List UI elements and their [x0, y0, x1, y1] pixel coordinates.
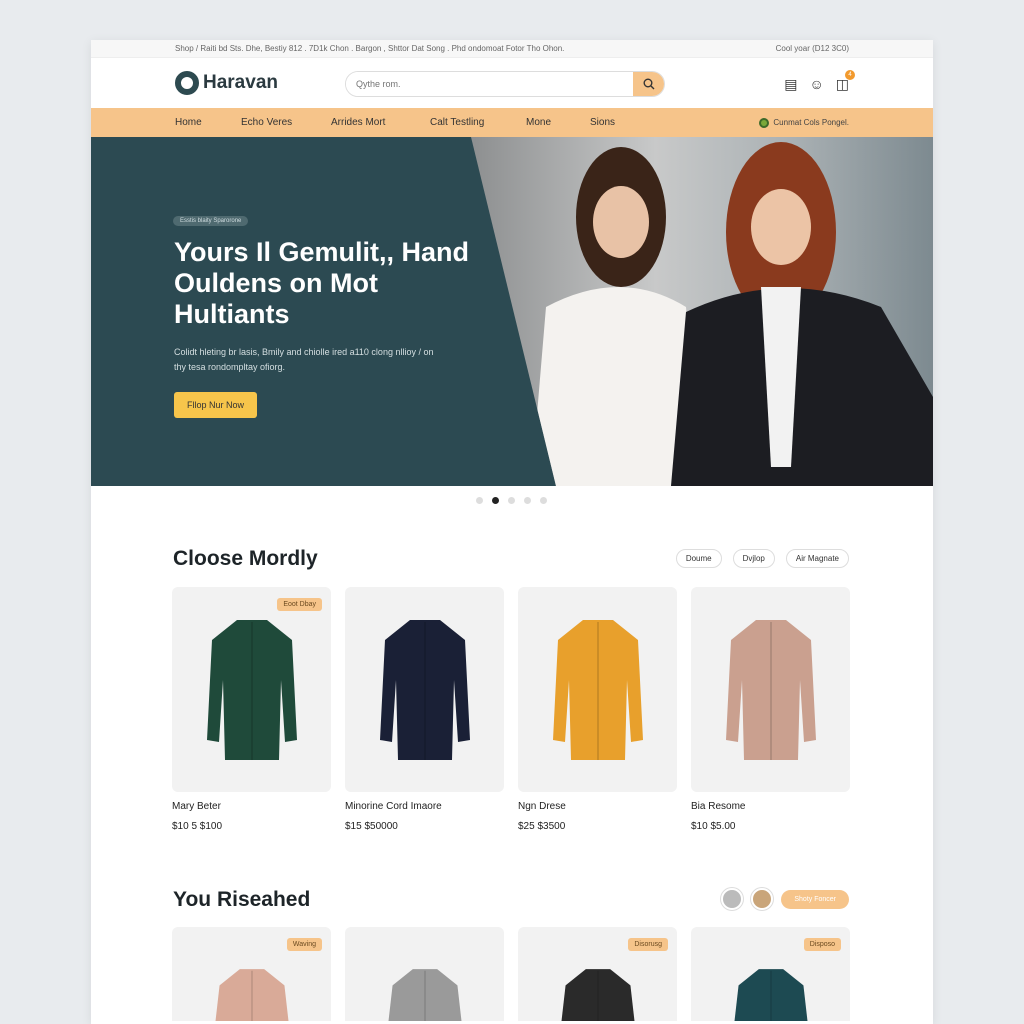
product-image[interactable]: Waving	[172, 927, 331, 1021]
avatar[interactable]	[751, 888, 774, 910]
product-card[interactable]: Ngn Drese $25 $3500	[518, 587, 677, 832]
filter-chip[interactable]: Dvjlop	[732, 549, 775, 568]
product-card[interactable]: Disposo	[691, 927, 850, 1021]
search-icon	[643, 78, 654, 90]
product-price: $25 $3500	[518, 821, 566, 832]
product-tag: Eoot Dbay	[277, 598, 322, 611]
filter-chip[interactable]: Doume	[675, 549, 722, 568]
garment-icon	[388, 969, 461, 1021]
carousel-dot[interactable]	[508, 497, 515, 504]
product-grid: Eoot Dbay Mary Beter $10 5 $100 Minorine Co…	[172, 587, 850, 832]
logo-text: Haravan	[203, 72, 278, 93]
product-card[interactable]	[345, 927, 504, 1021]
hero-models-illustration	[531, 142, 933, 486]
cart-badge: 4	[845, 70, 855, 80]
product-grid: Waving Disorusg Disposo	[172, 927, 850, 1021]
product-name[interactable]: Minorine Cord Imaore	[345, 801, 504, 812]
hero-image	[471, 137, 933, 486]
product-tag: Disorusg	[628, 938, 668, 951]
product-image[interactable]: Eoot Dbay	[172, 587, 331, 792]
receipt-icon[interactable]: ▤	[784, 76, 797, 93]
product-card[interactable]: Waving	[172, 927, 331, 1021]
carousel-dot[interactable]	[524, 497, 531, 504]
product-tag: Waving	[286, 938, 322, 951]
section-action-button[interactable]: Shoty Foncer	[781, 889, 849, 909]
nav-item[interactable]: Echo Veres	[241, 117, 331, 128]
carousel-dots	[476, 497, 547, 504]
hero-subtitle: Colidt hleting br lasis, Bmily and chiol…	[174, 347, 434, 372]
location-icon	[759, 117, 770, 128]
garment-icon	[561, 969, 634, 1021]
product-name[interactable]: Bia Resome	[691, 801, 850, 812]
product-card[interactable]: Bia Resome $10 $5.00	[691, 587, 850, 832]
hero-pill: Esstis blaity Sparorone	[173, 216, 249, 226]
product-name[interactable]: Ngn Drese	[518, 801, 677, 812]
product-image[interactable]	[691, 587, 850, 792]
product-image[interactable]	[345, 927, 504, 1021]
nav-item[interactable]: Calt Testling	[430, 117, 526, 128]
carousel-dot[interactable]	[540, 497, 547, 504]
product-tag: Disposo	[803, 938, 841, 951]
page: Shop / Raiti bd Sts. Dhe, Bestiy 812 . 7…	[91, 40, 933, 1024]
search-bar	[345, 71, 665, 97]
nav-right-text: Cunmat Cols Pongel.	[773, 118, 849, 127]
logo[interactable]: Haravan	[175, 71, 278, 95]
logo-icon	[175, 71, 199, 95]
avatars-group: Shoty Foncer	[721, 888, 849, 910]
product-image[interactable]: Disorusg	[518, 927, 677, 1021]
product-name[interactable]: Mary Beter	[172, 801, 331, 812]
product-card[interactable]: Disorusg	[518, 927, 677, 1021]
hero-banner: Esstis blaity Sparorone Yours Il Gemulit…	[91, 137, 933, 486]
filter-chips: Doume Dvjlop Air Magnate	[675, 549, 849, 568]
product-image[interactable]	[345, 587, 504, 792]
hero-title: Yours Il Gemulit,, Hand Ouldens on Mot H…	[174, 237, 470, 329]
garment-icon	[215, 969, 288, 1021]
product-card[interactable]: Eoot Dbay Mary Beter $10 5 $100	[172, 587, 331, 832]
avatar[interactable]	[721, 888, 744, 910]
carousel-dot[interactable]	[476, 497, 483, 504]
product-image[interactable]: Disposo	[691, 927, 850, 1021]
garment-icon	[379, 619, 470, 760]
main-nav: Home Echo Veres Arrides Mort Calt Testli…	[91, 108, 933, 137]
section-title: Cloose Mordly	[173, 547, 318, 570]
garment-icon	[206, 619, 297, 760]
nav-item[interactable]: Mone	[526, 117, 590, 128]
shop-now-button[interactable]: Fllop Nur Now	[174, 392, 258, 418]
search-input[interactable]	[346, 72, 633, 96]
product-price: $10 $5.00	[691, 821, 736, 832]
garment-icon	[725, 619, 816, 760]
header: Haravan ▤ ☺ ◫4	[91, 58, 933, 108]
section-title: You Riseahed	[173, 888, 311, 911]
carousel-dot-active[interactable]	[492, 497, 499, 504]
top-bar-links[interactable]: Shop / Raiti bd Sts. Dhe, Bestiy 812 . 7…	[175, 44, 564, 53]
product-price: $10 5 $100	[172, 821, 223, 832]
cart-icon[interactable]: ◫ 4	[836, 70, 855, 93]
nav-item[interactable]: Arrides Mort	[331, 117, 430, 128]
user-icon[interactable]: ☺	[809, 76, 823, 93]
filter-chip[interactable]: Air Magnate	[785, 549, 849, 568]
product-image[interactable]	[518, 587, 677, 792]
product-card[interactable]: Minorine Cord Imaore $15 $50000	[345, 587, 504, 832]
nav-home[interactable]: Home	[175, 117, 241, 128]
top-bar-contact: Cool yoar (D12 3C0)	[775, 44, 849, 53]
nav-right-link[interactable]: Cunmat Cols Pongel.	[759, 117, 849, 128]
search-button[interactable]	[633, 72, 664, 96]
nav-item[interactable]: Sions	[590, 117, 615, 128]
garment-icon	[734, 969, 807, 1021]
top-bar: Shop / Raiti bd Sts. Dhe, Bestiy 812 . 7…	[91, 40, 933, 58]
garment-icon	[552, 619, 643, 760]
product-price: $15 $50000	[345, 821, 398, 832]
